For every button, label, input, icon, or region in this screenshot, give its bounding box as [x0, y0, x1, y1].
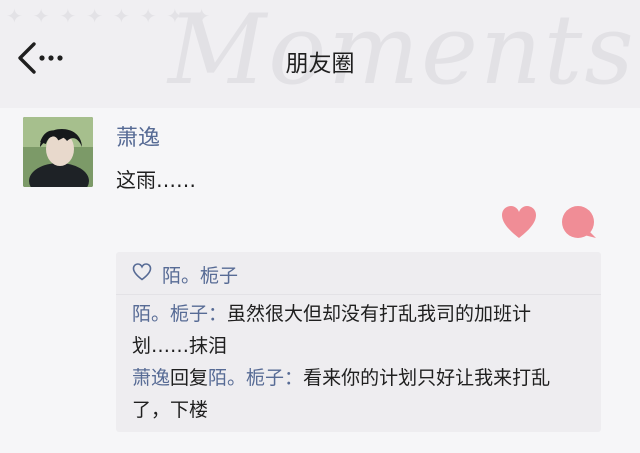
- reply-to-name[interactable]: 陌。栀子: [208, 367, 284, 389]
- header-bar: ✦✦✦✦✦✦✦✦ Moments 朋友圈: [0, 0, 640, 108]
- comment-separator: ：: [208, 303, 228, 325]
- post-author-name[interactable]: 萧逸: [116, 120, 160, 152]
- comment-item[interactable]: 萧逸回复陌。栀子：看来你的计划只好让我来打乱了，下楼: [132, 362, 587, 426]
- comment-author[interactable]: 萧逸: [132, 367, 170, 389]
- post-text: 这雨……: [116, 168, 196, 192]
- page-title: 朋友圈: [285, 51, 355, 77]
- heart-outline-icon: [132, 262, 152, 287]
- comment-bubble-icon: [560, 206, 598, 246]
- comment-button[interactable]: [560, 204, 598, 242]
- reply-word: 回复: [170, 367, 209, 389]
- likes-names[interactable]: 陌。栀子: [162, 261, 238, 288]
- comment-separator: ：: [284, 367, 304, 389]
- comment-item[interactable]: 陌。栀子：虽然很大但却没有打乱我司的加班计划……抹泪: [132, 298, 587, 362]
- author-avatar[interactable]: [23, 117, 93, 187]
- interaction-panel: 陌。栀子 陌。栀子：虽然很大但却没有打乱我司的加班计划……抹泪 萧逸回复陌。栀子…: [116, 252, 601, 432]
- heart-icon: [500, 206, 538, 246]
- panel-divider: [116, 294, 601, 295]
- likes-row: 陌。栀子: [132, 260, 238, 288]
- like-button[interactable]: [500, 204, 538, 242]
- comment-author[interactable]: 陌。栀子: [132, 303, 208, 325]
